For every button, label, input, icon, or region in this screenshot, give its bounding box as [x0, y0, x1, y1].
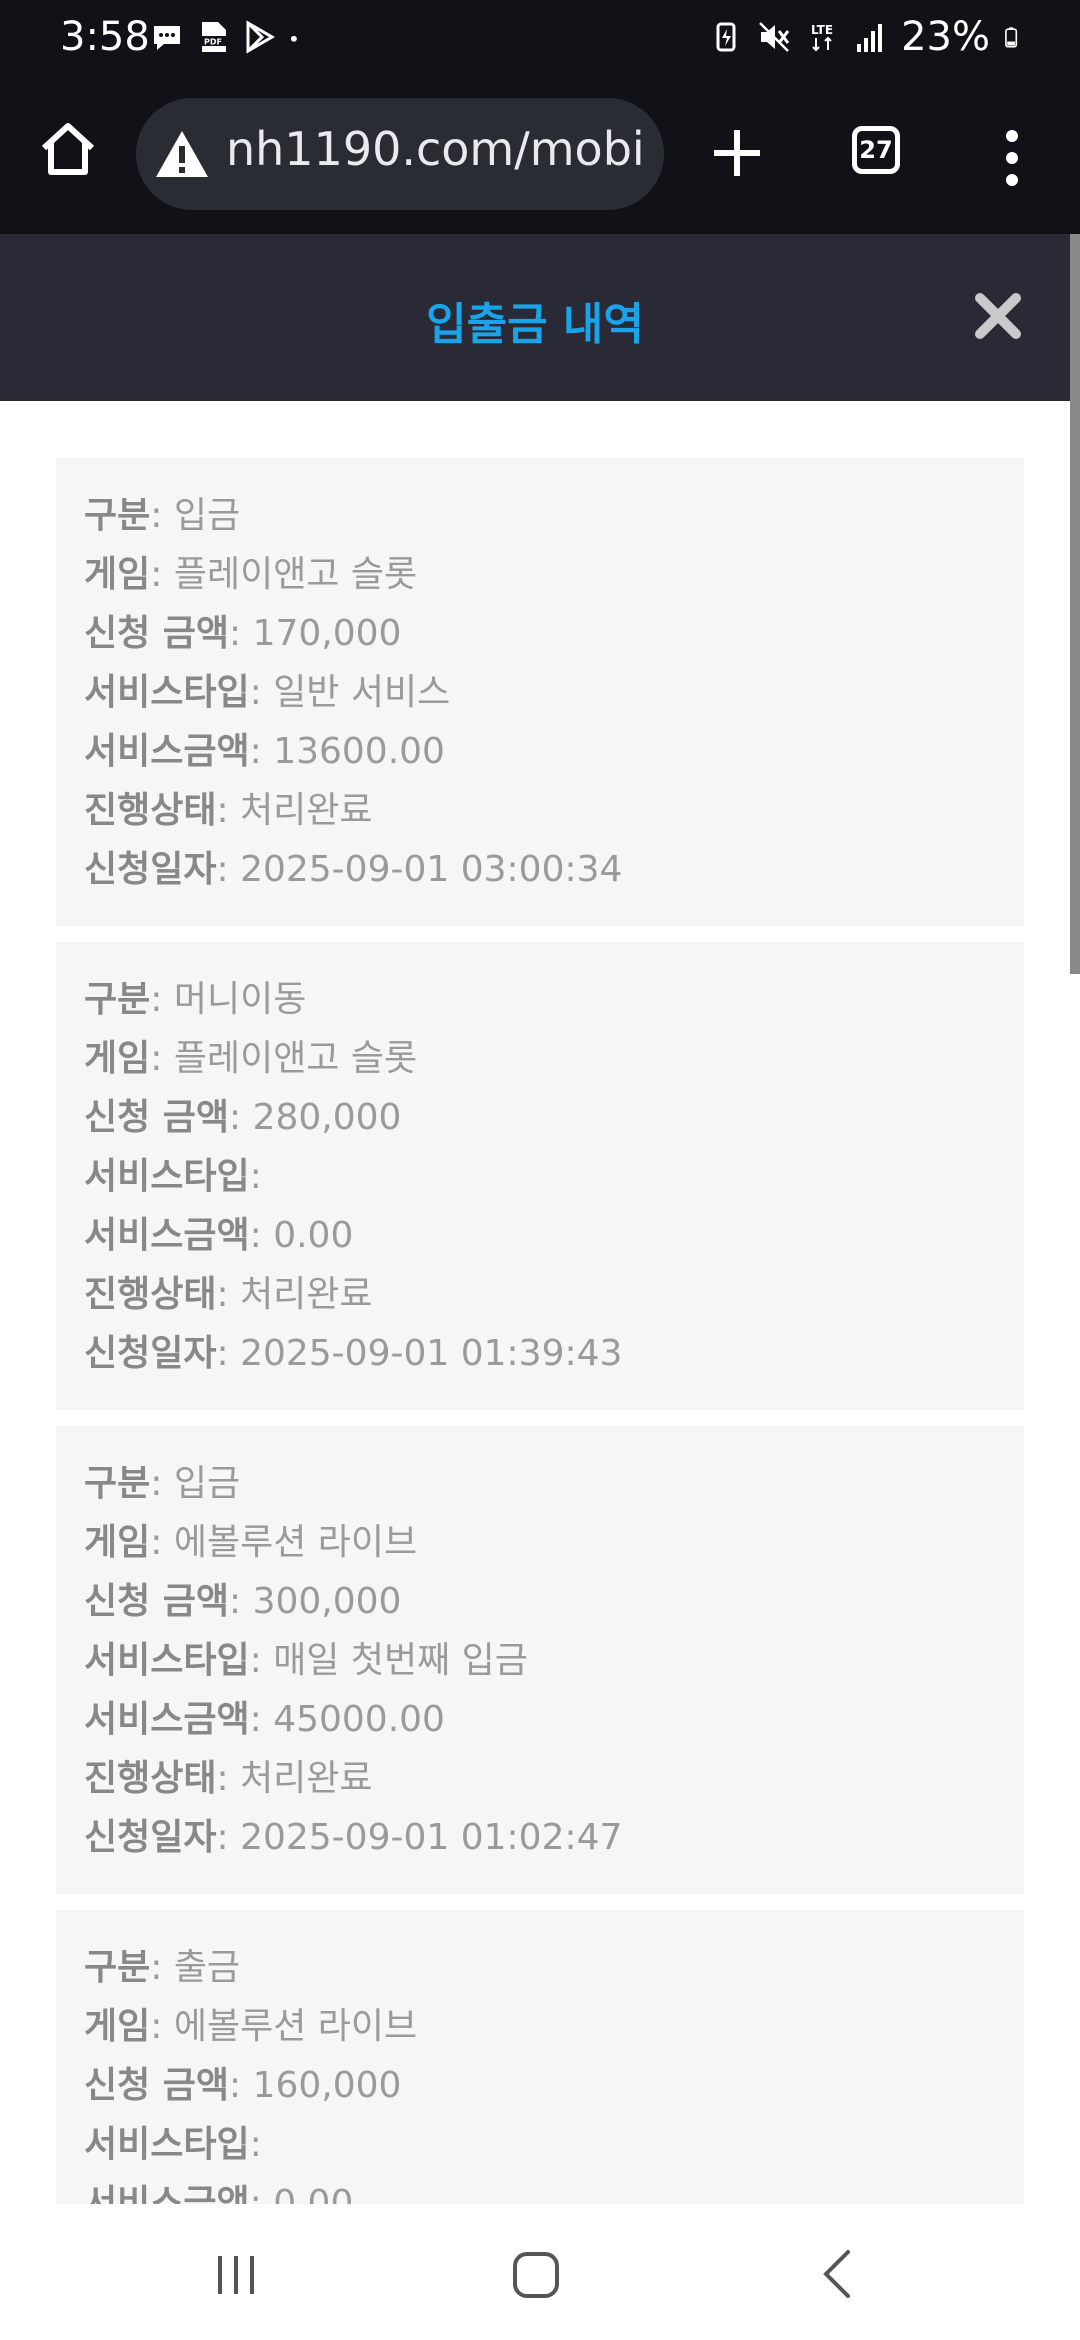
warning-icon[interactable] — [154, 128, 210, 180]
recent-apps-icon[interactable] — [206, 2246, 266, 2302]
url-bar[interactable]: nh1190.com/mobile/ — [136, 98, 664, 210]
tab-switcher-button[interactable]: 27 — [852, 126, 900, 174]
status-bar: 3:58 PDF LTE 23% — [0, 0, 1080, 84]
signal-icon — [857, 24, 883, 52]
dot-icon — [290, 35, 297, 42]
row-service-type: 서비스타입: 매일 첫번째 입금 — [84, 1640, 528, 1681]
transaction-card: 구분: 출금 게임: 에볼루션 라이브 신청 금액: 160,000 서비스타입… — [56, 1910, 1024, 2204]
row-date: 신청일자: 2025-09-01 01:39:43 — [84, 1333, 623, 1374]
row-type: 구분: 출금 — [84, 1947, 241, 1988]
home-nav-icon[interactable] — [506, 2246, 566, 2302]
transaction-card: 구분: 입금 게임: 에볼루션 라이브 신청 금액: 300,000 서비스타입… — [56, 1426, 1024, 1894]
row-amount: 신청 금액: 280,000 — [84, 1097, 402, 1138]
row-status: 진행상태: 처리완료 — [84, 790, 373, 831]
row-type: 구분: 입금 — [84, 495, 241, 536]
battery-saver-icon — [716, 22, 736, 52]
chat-icon — [154, 26, 180, 50]
status-time: 3:58 — [60, 14, 150, 60]
row-game: 게임: 에볼루션 라이브 — [84, 2006, 418, 2047]
notification-icons: PDF — [150, 20, 308, 54]
row-service-type: 서비스타입: — [84, 1156, 262, 1197]
url-text[interactable]: nh1190.com/mobile/ — [226, 122, 646, 176]
back-icon[interactable] — [810, 2246, 870, 2302]
transaction-list: 구분: 입금 게임: 플레이앤고 슬롯 신청 금액: 170,000 서비스타입… — [0, 401, 1070, 2204]
row-type: 구분: 입금 — [84, 1463, 241, 1504]
pdf-icon: PDF — [199, 22, 227, 52]
row-game: 게임: 플레이앤고 슬롯 — [84, 554, 418, 595]
scrollbar[interactable] — [1070, 234, 1080, 974]
row-game: 게임: 플레이앤고 슬롯 — [84, 1038, 418, 1079]
browser-toolbar: nh1190.com/mobile/ 27 — [0, 84, 1080, 234]
battery-icon — [1005, 27, 1018, 48]
svg-text:PDF: PDF — [204, 38, 222, 47]
row-date: 신청일자: 2025-09-01 03:00:34 — [84, 849, 623, 890]
modal-header: 입출금 내역 — [0, 234, 1070, 401]
transaction-card: 구분: 입금 게임: 플레이앤고 슬롯 신청 금액: 170,000 서비스타입… — [56, 458, 1024, 926]
row-service-amount: 서비스금액: 13600.00 — [84, 731, 445, 772]
row-type: 구분: 머니이동 — [84, 979, 307, 1020]
row-status: 진행상태: 처리완료 — [84, 1758, 373, 1799]
more-menu-icon[interactable] — [1000, 128, 1024, 188]
modal-title: 입출금 내역 — [426, 299, 644, 350]
close-icon[interactable] — [974, 292, 1022, 340]
system-nav-bar — [0, 2204, 1080, 2340]
row-status: 진행상태: 처리완료 — [84, 1274, 373, 1315]
home-icon[interactable] — [36, 118, 100, 182]
new-tab-icon[interactable] — [712, 128, 762, 178]
svg-text:LTE: LTE — [811, 23, 833, 37]
lte-icon: LTE — [811, 23, 833, 52]
row-service-amount: 서비스금액: 0.00 — [84, 2183, 354, 2204]
row-amount: 신청 금액: 170,000 — [84, 613, 402, 654]
row-date: 신청일자: 2025-09-01 01:02:47 — [84, 1817, 623, 1858]
transaction-card: 구분: 머니이동 게임: 플레이앤고 슬롯 신청 금액: 280,000 서비스… — [56, 942, 1024, 1410]
row-service-amount: 서비스금액: 0.00 — [84, 1215, 354, 1256]
row-service-amount: 서비스금액: 45000.00 — [84, 1699, 445, 1740]
row-game: 게임: 에볼루션 라이브 — [84, 1522, 418, 1563]
system-icons: LTE 23% — [709, 14, 1026, 60]
row-service-type: 서비스타입: 일반 서비스 — [84, 672, 451, 713]
row-amount: 신청 금액: 160,000 — [84, 2065, 402, 2106]
battery-percent: 23% — [901, 14, 990, 60]
mute-icon — [759, 22, 790, 52]
row-service-type: 서비스타입: — [84, 2124, 262, 2165]
play-icon — [246, 20, 275, 54]
row-amount: 신청 금액: 300,000 — [84, 1581, 402, 1622]
